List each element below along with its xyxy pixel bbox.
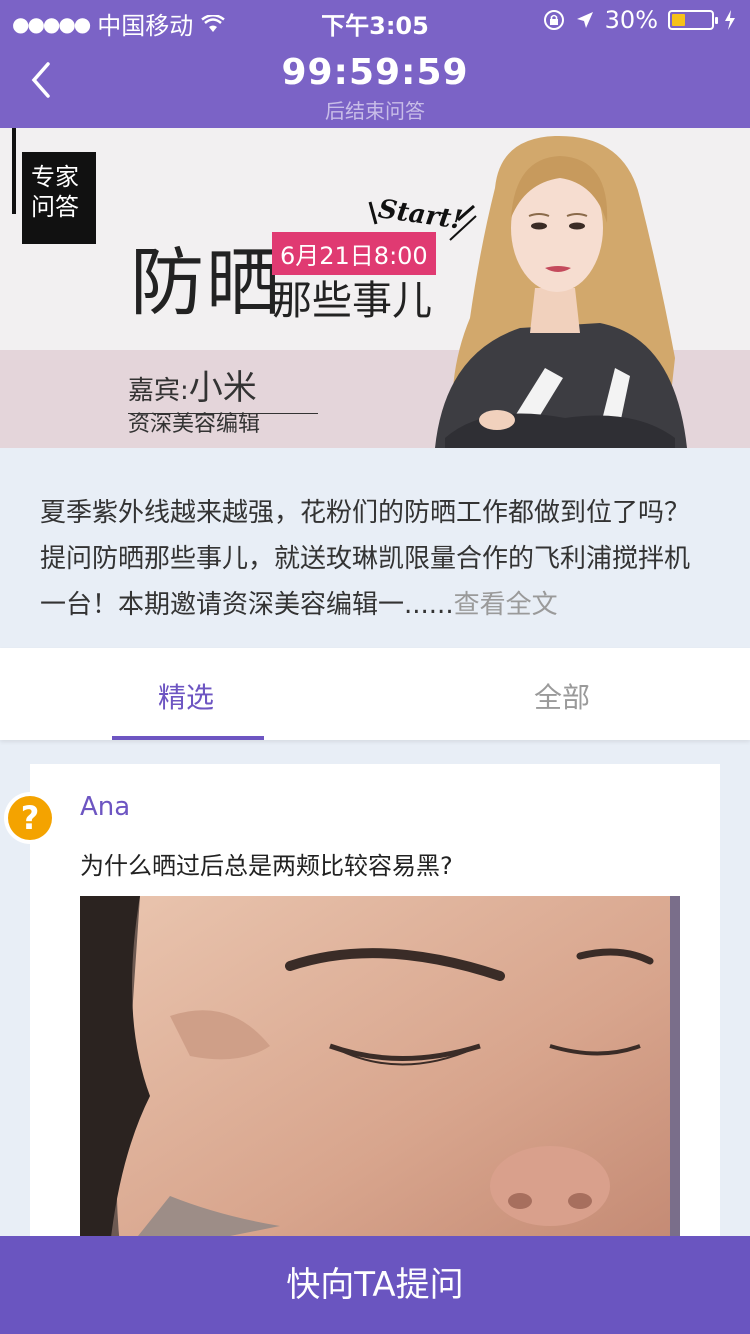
top-bar: ●●●●● 中国移动 下午3:05 30% 99:59:59 后结束问答 — [0, 0, 750, 128]
question-badge: ? — [4, 792, 56, 844]
guest-portrait — [435, 135, 687, 448]
event-banner: 专家 问答 防晒 Start! 6月21日8:00 那些事儿 嘉宾:小米 资深美… — [0, 128, 750, 448]
ask-question-button[interactable]: 快向TA提问 — [0, 1236, 750, 1334]
countdown-caption: 后结束问答 — [325, 99, 425, 123]
guest-name: 小米 — [188, 368, 257, 408]
question-text: 为什么晒过后总是两颊比较容易黑? — [80, 852, 453, 880]
banner-subtitle: 那些事儿 — [272, 278, 432, 324]
intro-text-block: 夏季紫外线越来越强，花粉们的防晒工作都做到位了吗？提问防晒那些事儿，就送玫琳凯限… — [0, 448, 750, 648]
expert-qa-tag: 专家 问答 — [22, 152, 96, 244]
question-mark-icon: ? — [8, 796, 52, 840]
tab-bar: 精选 全部 — [0, 648, 750, 740]
question-author[interactable]: Ana — [80, 792, 130, 822]
guest-role: 资深美容编辑 — [128, 412, 261, 437]
banner-title: 防晒 — [130, 240, 282, 326]
countdown-timer: 99:59:59 — [281, 52, 469, 93]
location-arrow-icon — [576, 12, 593, 28]
question-photo[interactable] — [80, 896, 680, 1246]
active-tab-indicator — [112, 736, 264, 740]
charging-bolt-icon — [725, 10, 735, 30]
read-more-link[interactable]: 查看全文 — [454, 590, 558, 620]
tab-all[interactable]: 全部 — [534, 676, 590, 716]
battery-icon — [668, 10, 718, 30]
status-bar: ●●●●● 中国移动 下午3:05 30% — [0, 0, 750, 40]
tab-featured[interactable]: 精选 — [158, 676, 214, 716]
battery-percent: 30% — [604, 6, 658, 34]
orientation-lock-icon — [543, 10, 564, 30]
intro-text: 夏季紫外线越来越强，花粉们的防晒工作都做到位了吗？提问防晒那些事儿，就送玫琳凯限… — [40, 498, 691, 620]
